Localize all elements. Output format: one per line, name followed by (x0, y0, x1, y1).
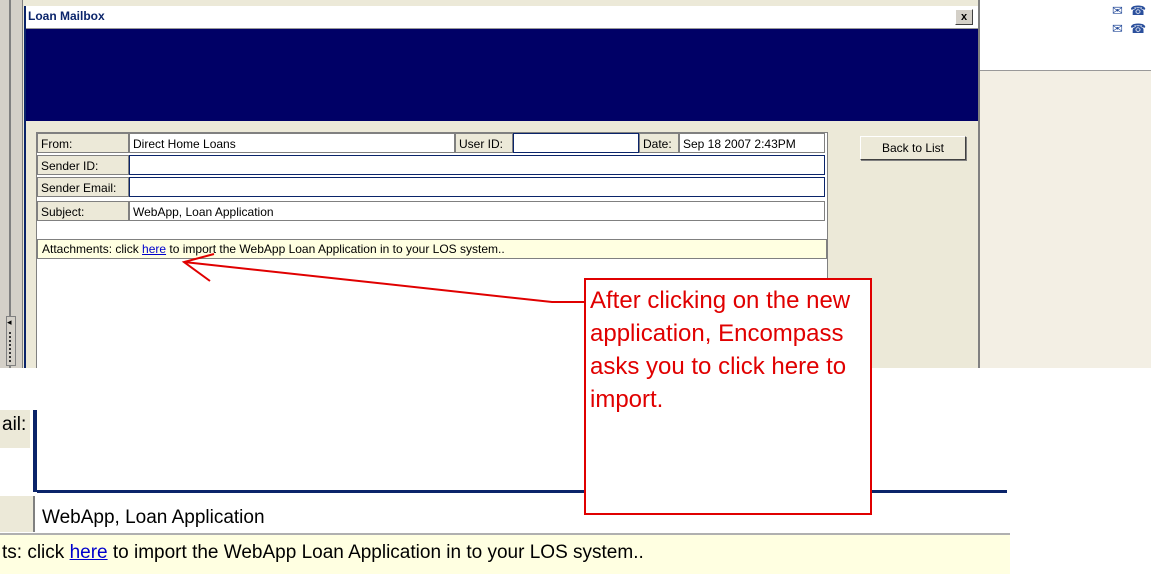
annotation-arrow (181, 253, 584, 303)
annotation-callout: After clicking on the new application, E… (584, 278, 872, 515)
